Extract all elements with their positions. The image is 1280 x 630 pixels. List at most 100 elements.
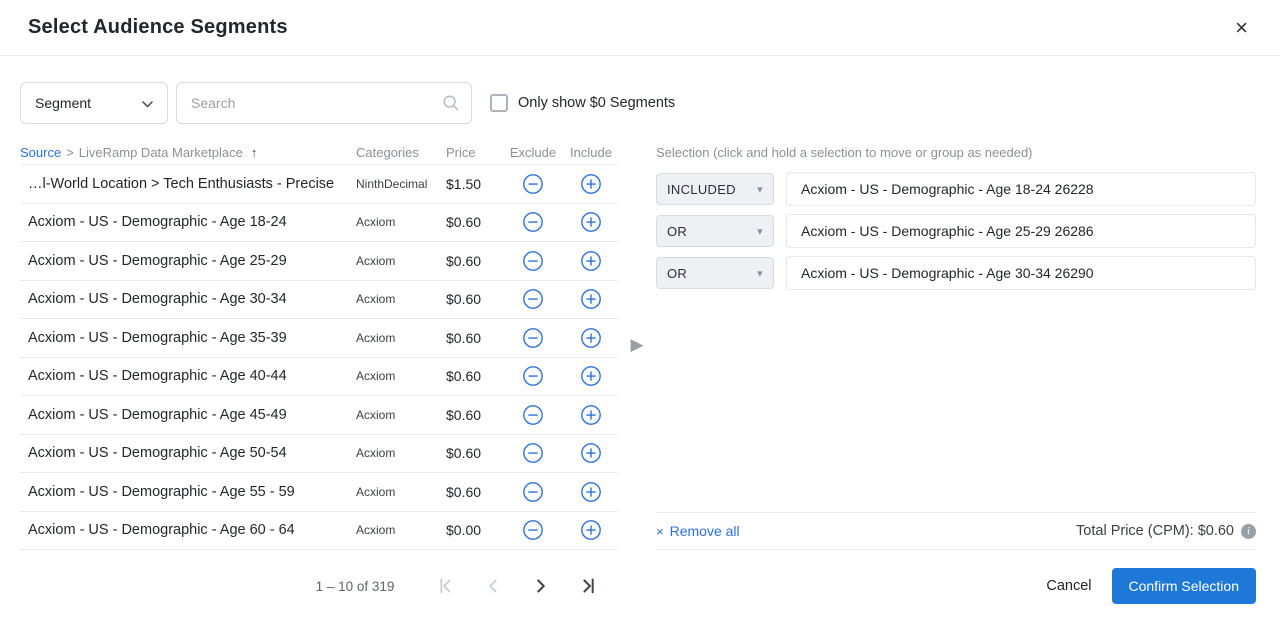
include-button[interactable] <box>564 211 618 233</box>
move-right-arrow-icon[interactable]: ▶ <box>630 335 643 355</box>
table-row[interactable]: Acxiom - US - Demographic - Age 60 - 64 … <box>20 512 618 551</box>
sort-ascending-icon[interactable]: ↑ <box>251 145 258 160</box>
segment-category: Acxiom <box>352 523 438 537</box>
selection-item[interactable]: OR ▾ Acxiom - US - Demographic - Age 30-… <box>656 256 1256 290</box>
table-row[interactable]: Acxiom - US - Demographic - Age 40-44 Ac… <box>20 358 618 397</box>
exclude-button[interactable] <box>502 211 564 233</box>
close-icon[interactable]: × <box>1231 13 1252 43</box>
exclude-button[interactable] <box>502 442 564 464</box>
toolbar: Segment Only show $0 Segments <box>0 56 1280 140</box>
segment-name: Acxiom - US - Demographic - Age 50-54 <box>20 445 352 461</box>
breadcrumb-source-link[interactable]: Source <box>20 145 61 160</box>
include-button[interactable] <box>564 365 618 387</box>
select-audience-segments-dialog: Select Audience Segments × Segment Only … <box>0 0 1280 630</box>
dialog-actions: Cancel Confirm Selection <box>656 568 1256 604</box>
table-row[interactable]: Acxiom - US - Demographic - Age 50-54 Ac… <box>20 435 618 474</box>
segment-name: Acxiom - US - Demographic - Age 60 - 64 <box>20 522 352 538</box>
segment-name: Acxiom - US - Demographic - Age 25-29 <box>20 253 352 269</box>
checkbox-label: Only show $0 Segments <box>518 95 675 111</box>
checkbox-icon[interactable] <box>490 94 508 112</box>
table-row[interactable]: Acxiom - US - Demographic - Age 25-29 Ac… <box>20 242 618 281</box>
bottom-bar: 1 – 10 of 319 Cancel Confirm Selection <box>0 568 1280 604</box>
segment-category: Acxiom <box>352 446 438 460</box>
search-input[interactable] <box>176 82 472 124</box>
segment-name: Acxiom - US - Demographic - Age 40-44 <box>20 368 352 384</box>
segment-dropdown-value: Segment <box>35 95 91 111</box>
selection-panel-title: Selection (click and hold a selection to… <box>656 140 1256 164</box>
segment-price: $1.50 <box>438 176 502 192</box>
column-header-include: Include <box>564 145 618 160</box>
segment-name: Acxiom - US - Demographic - Age 30-34 <box>20 291 352 307</box>
next-page-icon[interactable] <box>530 575 552 597</box>
exclude-button[interactable] <box>502 519 564 541</box>
table-row[interactable]: Acxiom - US - Demographic - Age 30-34 Ac… <box>20 281 618 320</box>
selected-segment-label[interactable]: Acxiom - US - Demographic - Age 30-34 26… <box>786 256 1256 290</box>
remove-all-link[interactable]: × Remove all <box>656 523 740 539</box>
chevron-down-icon: ▾ <box>757 183 763 196</box>
only-show-zero-segments-checkbox[interactable]: Only show $0 Segments <box>490 94 675 112</box>
segment-price: $0.60 <box>438 330 502 346</box>
operator-dropdown[interactable]: OR ▾ <box>656 257 774 289</box>
operator-value: INCLUDED <box>667 182 736 197</box>
segment-price: $0.60 <box>438 291 502 307</box>
table-row[interactable]: Acxiom - US - Demographic - Age 18-24 Ac… <box>20 204 618 243</box>
selected-segment-label[interactable]: Acxiom - US - Demographic - Age 25-29 26… <box>786 214 1256 248</box>
table-row[interactable]: Acxiom - US - Demographic - Age 45-49 Ac… <box>20 396 618 435</box>
selection-item[interactable]: INCLUDED ▾ Acxiom - US - Demographic - A… <box>656 172 1256 206</box>
segment-category: Acxiom <box>352 254 438 268</box>
pagination-range-label: 1 – 10 of 319 <box>316 579 395 594</box>
include-button[interactable] <box>564 519 618 541</box>
include-button[interactable] <box>564 327 618 349</box>
remove-x-icon: × <box>656 524 664 539</box>
segment-price: $0.60 <box>438 445 502 461</box>
move-to-selection-column: ▶ <box>618 140 656 550</box>
column-header-categories: Categories <box>352 145 438 160</box>
operator-dropdown[interactable]: INCLUDED ▾ <box>656 173 774 205</box>
breadcrumb-separator-icon: > <box>66 145 74 160</box>
exclude-button[interactable] <box>502 173 564 195</box>
table-row[interactable]: …l-World Location > Tech Enthusiasts - P… <box>20 165 618 204</box>
exclude-button[interactable] <box>502 481 564 503</box>
total-price: Total Price (CPM): $0.60 i <box>1076 523 1256 539</box>
segment-price: $0.00 <box>438 522 502 538</box>
segment-name: Acxiom - US - Demographic - Age 45-49 <box>20 407 352 423</box>
table-row[interactable]: Acxiom - US - Demographic - Age 55 - 59 … <box>20 473 618 512</box>
include-button[interactable] <box>564 404 618 426</box>
previous-page-icon[interactable] <box>482 575 504 597</box>
breadcrumb-current: LiveRamp Data Marketplace <box>79 145 243 160</box>
segment-name: Acxiom - US - Demographic - Age 18-24 <box>20 214 352 230</box>
include-button[interactable] <box>564 250 618 272</box>
cancel-button[interactable]: Cancel <box>1046 578 1091 594</box>
first-page-icon[interactable] <box>434 575 456 597</box>
include-button[interactable] <box>564 173 618 195</box>
segment-category: NinthDecimal <box>352 177 438 191</box>
exclude-button[interactable] <box>502 404 564 426</box>
exclude-button[interactable] <box>502 365 564 387</box>
segment-price: $0.60 <box>438 368 502 384</box>
search-icon <box>442 94 460 117</box>
exclude-button[interactable] <box>502 288 564 310</box>
segment-price: $0.60 <box>438 484 502 500</box>
table-header-row: Source > LiveRamp Data Marketplace ↑ Cat… <box>20 140 618 164</box>
segment-name: Acxiom - US - Demographic - Age 55 - 59 <box>20 484 352 500</box>
confirm-selection-button[interactable]: Confirm Selection <box>1112 568 1257 604</box>
last-page-icon[interactable] <box>578 575 600 597</box>
selection-item[interactable]: OR ▾ Acxiom - US - Demographic - Age 25-… <box>656 214 1256 248</box>
segment-category: Acxiom <box>352 331 438 345</box>
info-icon[interactable]: i <box>1241 524 1256 539</box>
table-row[interactable]: Acxiom - US - Demographic - Age 35-39 Ac… <box>20 319 618 358</box>
exclude-button[interactable] <box>502 327 564 349</box>
table-rows: …l-World Location > Tech Enthusiasts - P… <box>20 164 618 550</box>
selected-segment-label[interactable]: Acxiom - US - Demographic - Age 18-24 26… <box>786 172 1256 206</box>
segment-name: …l-World Location > Tech Enthusiasts - P… <box>20 176 352 192</box>
include-button[interactable] <box>564 288 618 310</box>
chevron-down-icon <box>142 95 153 111</box>
include-button[interactable] <box>564 481 618 503</box>
include-button[interactable] <box>564 442 618 464</box>
exclude-button[interactable] <box>502 250 564 272</box>
column-header-price: Price <box>438 145 502 160</box>
operator-dropdown[interactable]: OR ▾ <box>656 215 774 247</box>
remove-all-label: Remove all <box>670 523 740 539</box>
segment-type-dropdown[interactable]: Segment <box>20 82 168 124</box>
breadcrumb: Source > LiveRamp Data Marketplace ↑ <box>20 145 352 160</box>
